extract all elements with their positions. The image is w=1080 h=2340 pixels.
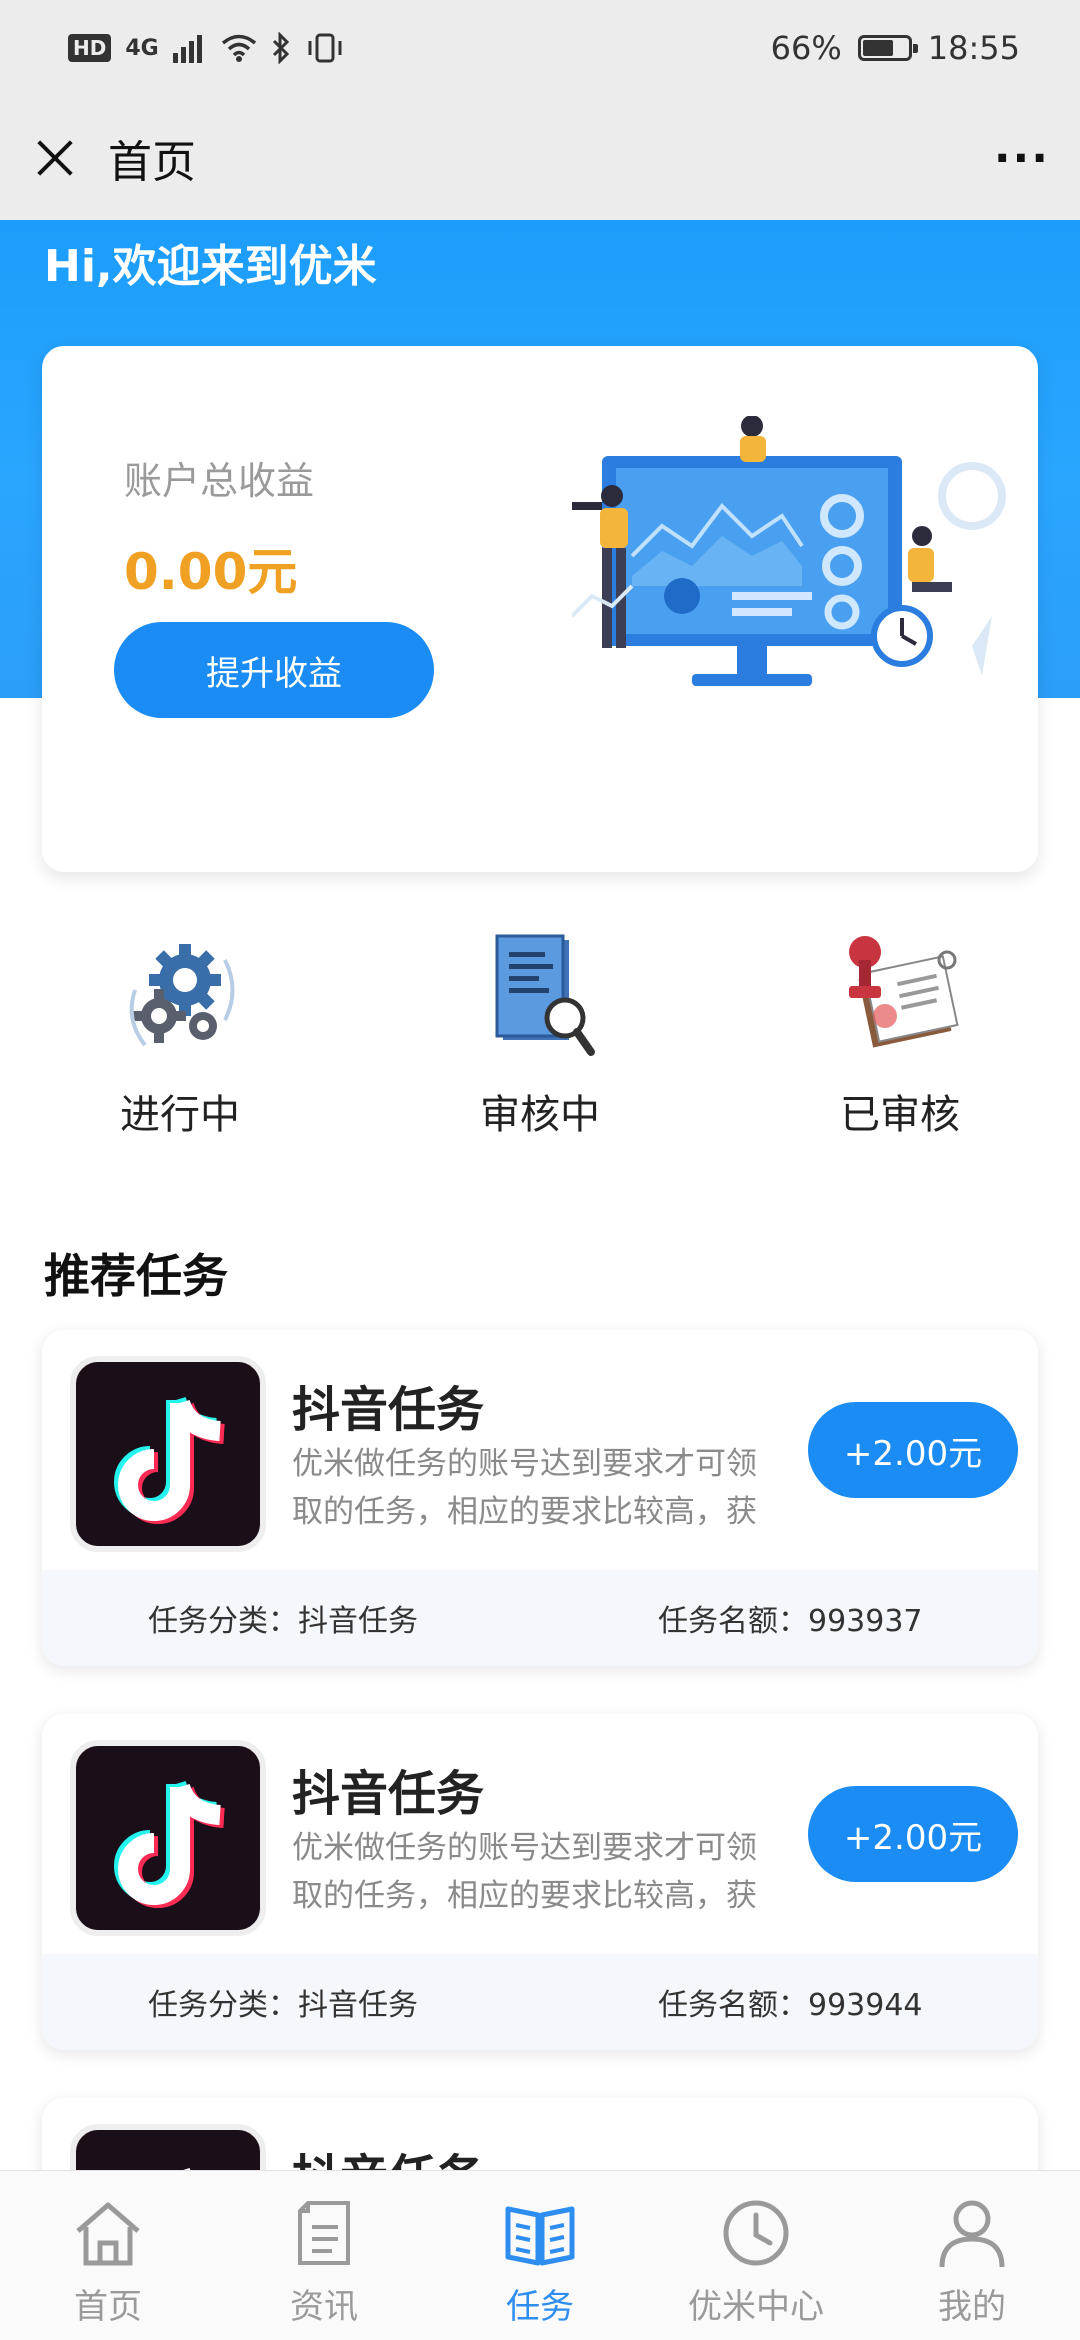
tab-tasks[interactable]: 任务 <box>432 2171 648 2340</box>
greeting-text: Hi,欢迎来到优米 <box>44 241 377 292</box>
earnings-label: 账户总收益 <box>124 459 315 503</box>
boost-earnings-button[interactable]: 提升收益 <box>114 622 434 718</box>
task-reward-button[interactable]: +2.00元 <box>808 1402 1018 1498</box>
clock-time: 18:55 <box>927 29 1020 67</box>
document-search-icon <box>495 934 595 1056</box>
page-title: 首页 <box>108 137 196 188</box>
task-category-value: 抖音任务 <box>298 1604 418 1639</box>
news-icon <box>298 2201 350 2265</box>
tiktok-logo-icon <box>70 1356 266 1552</box>
task-card[interactable]: 抖音任务 优米做任务的账号达到要求才可领取的任务，相应的要求比较高，获得佣 +2… <box>42 1330 1038 1666</box>
clock-icon <box>723 2200 789 2266</box>
task-title: 抖音任务 <box>292 1766 485 1822</box>
tab-center[interactable]: 优米中心 <box>648 2171 864 2340</box>
tab-profile[interactable]: 我的 <box>864 2171 1080 2340</box>
more-icon[interactable]: ··· <box>994 133 1050 184</box>
task-footer: 任务分类：抖音任务 任务名额：993944 <box>42 1954 1038 2050</box>
task-quota-value: 993944 <box>808 1988 923 2023</box>
signal-icon <box>172 35 202 63</box>
nav-bar: 首页 ··· <box>0 96 1080 220</box>
task-reward-button[interactable]: +2.00元 <box>808 1786 1018 1882</box>
earnings-card: 账户总收益 0.00元 提升收益 <box>42 346 1038 872</box>
tab-news[interactable]: 资讯 <box>216 2171 432 2340</box>
close-icon[interactable] <box>30 133 80 183</box>
tab-label: 任务 <box>506 2287 574 2327</box>
task-category: 任务分类：抖音任务 <box>148 1980 418 2024</box>
task-title: 抖音任务 <box>292 1382 485 1438</box>
stamp-icon <box>849 936 959 1048</box>
task-category: 任务分类：抖音任务 <box>148 1596 418 1640</box>
task-footer: 任务分类：抖音任务 任务名额：993937 <box>42 1570 1038 1666</box>
task-quota: 任务名额：993944 <box>658 1980 923 2024</box>
task-description: 优米做任务的账号达到要求才可领取的任务，相应的要求比较高，获得佣 <box>292 1830 757 1914</box>
vibrate-icon <box>308 33 342 63</box>
tab-label: 优米中心 <box>688 2287 824 2327</box>
status-bar: HD 4G 66% 18:55 <box>0 0 1080 96</box>
task-category-label: 任务分类： <box>148 1604 298 1639</box>
wifi-icon <box>221 34 256 62</box>
bluetooth-icon <box>272 32 289 64</box>
task-quota-value: 993937 <box>808 1604 923 1639</box>
status-in-progress[interactable]: 进行中 <box>0 930 360 1150</box>
status-label: 进行中 <box>120 1092 240 1138</box>
book-icon <box>505 2206 575 2266</box>
status-label: 已审核 <box>840 1092 960 1138</box>
battery-icon <box>857 35 918 61</box>
tiktok-logo-icon <box>70 1740 266 1936</box>
hd-icon: HD <box>68 34 112 62</box>
bottom-tab-bar: 首页 资讯 任务 优米中心 我的 <box>0 2170 1080 2340</box>
user-icon <box>939 2200 1005 2268</box>
tab-home[interactable]: 首页 <box>0 2171 216 2340</box>
status-reviewing[interactable]: 审核中 <box>360 930 720 1150</box>
tab-label: 资讯 <box>290 2287 358 2327</box>
task-description: 优米做任务的账号达到要求才可领取的任务，相应的要求比较高，获得佣 <box>292 1446 757 1530</box>
task-quota: 任务名额：993937 <box>658 1596 923 1640</box>
network-label: 4G <box>125 35 159 61</box>
tab-label: 我的 <box>938 2287 1006 2327</box>
battery-level <box>862 40 894 56</box>
gears-icon <box>129 944 235 1047</box>
task-quota-label: 任务名额： <box>658 1988 808 2023</box>
dashboard-illustration <box>572 416 1006 686</box>
section-title: 推荐任务 <box>44 1249 228 1303</box>
task-status-grid: 进行中 审核中 已审核 <box>0 930 1080 1150</box>
tab-label: 首页 <box>74 2287 142 2327</box>
status-label: 审核中 <box>480 1092 600 1138</box>
status-left: HD 4G <box>68 32 345 64</box>
task-category-value: 抖音任务 <box>298 1988 418 2023</box>
task-quota-label: 任务名额： <box>658 1604 808 1639</box>
earnings-amount: 0.00元 <box>124 543 298 601</box>
status-reviewed[interactable]: 已审核 <box>720 930 1080 1150</box>
home-icon <box>76 2202 140 2266</box>
task-card[interactable]: 抖音任务 优米做任务的账号达到要求才可领取的任务，相应的要求比较高，获得佣 +2… <box>42 1714 1038 2050</box>
status-right: 66% 18:55 <box>771 29 1020 67</box>
battery-percent: 66% <box>770 29 842 67</box>
task-category-label: 任务分类： <box>148 1988 298 2023</box>
